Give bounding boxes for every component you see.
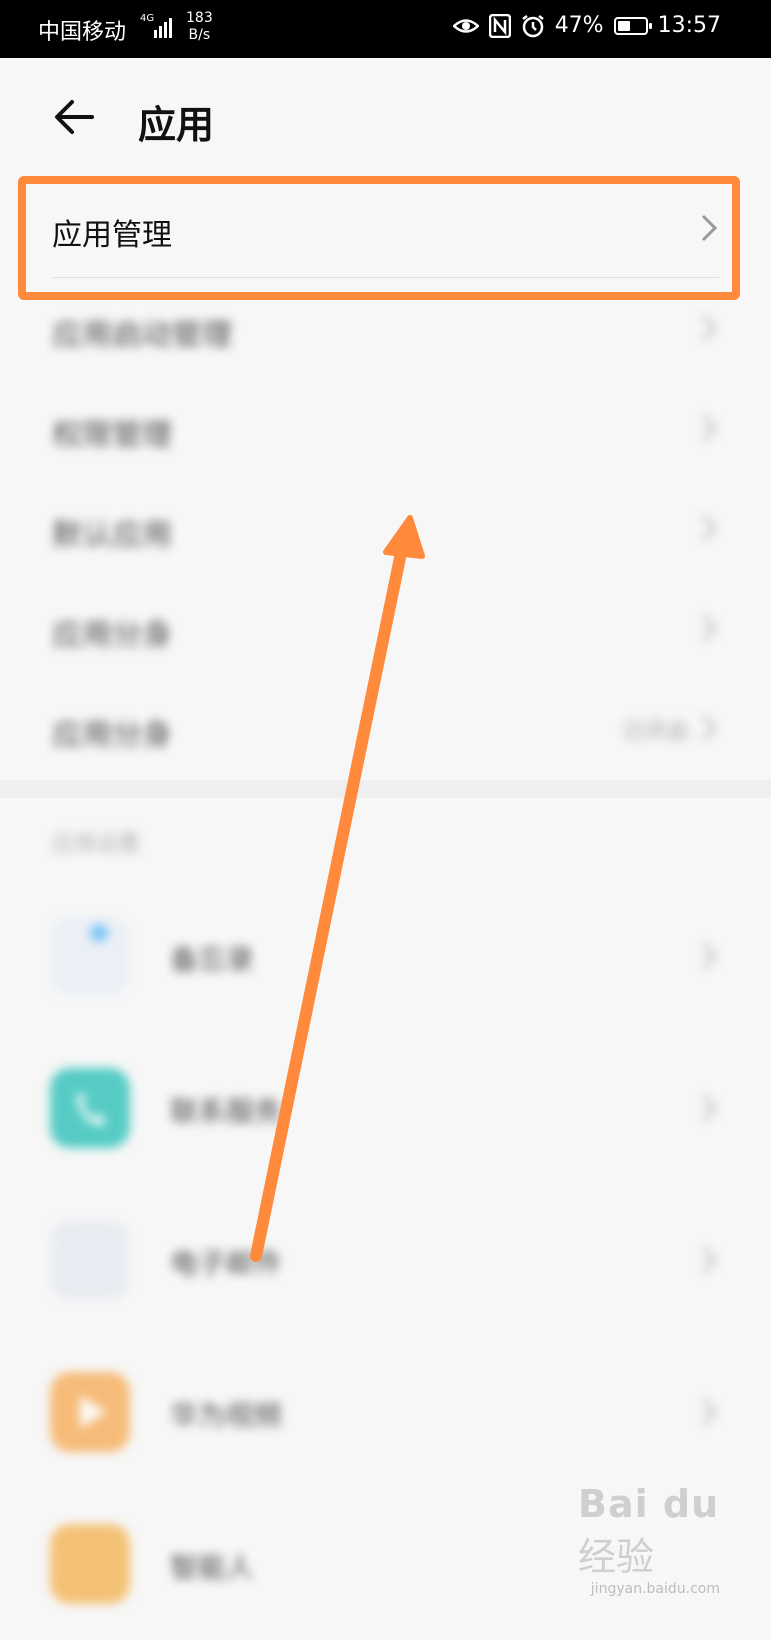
memo-icon: [50, 916, 130, 996]
list-item-label: 权限管理: [52, 418, 172, 453]
list-item-value: 已开启: [622, 720, 689, 745]
battery-icon: [613, 16, 652, 35]
arrow-left-icon[interactable]: [48, 92, 104, 142]
phone-icon: [50, 1068, 130, 1148]
eye-comfort-icon: [452, 18, 479, 33]
baidu-watermark: Bai du 经验 jingyan.baidu.com: [578, 1482, 738, 1597]
battery-fill: [617, 20, 630, 31]
watermark-logo: Bai du: [578, 1482, 720, 1526]
email-icon: [50, 1220, 130, 1300]
watermark-text: 经验: [578, 1535, 655, 1579]
page-title: 应用: [138, 103, 215, 147]
list-item-label: 应用分身: [52, 718, 172, 753]
battery-percent: 47%: [554, 13, 604, 38]
highlight-box: [18, 176, 740, 300]
list-item-default-apps[interactable]: 默认应用: [0, 478, 771, 578]
app-item-email[interactable]: 电子邮件: [0, 1184, 771, 1336]
chevron-right-icon: [701, 514, 718, 542]
chevron-right-icon: [701, 942, 718, 970]
watermark-url: jingyan.baidu.com: [590, 1581, 720, 1597]
section-title: 应用设置: [52, 832, 141, 857]
app-header: 应用: [0, 58, 771, 178]
chevron-right-icon: [701, 714, 718, 742]
list-item-label: 应用启动管理: [52, 318, 232, 353]
list-item-app-twin-status[interactable]: 应用分身 已开启: [0, 678, 771, 778]
app-name: 智能人: [170, 1551, 255, 1584]
speed-unit: B/s: [188, 27, 211, 43]
app-name: 备忘录: [170, 943, 255, 976]
chevron-right-icon: [701, 614, 718, 642]
list-item-label: 应用分身: [52, 618, 172, 653]
network-speed: 183 B/s: [186, 10, 213, 44]
app-item-video[interactable]: 华为视频: [0, 1336, 771, 1488]
section-divider: [0, 780, 771, 798]
chevron-right-icon: [701, 1246, 718, 1274]
carrier-label: 中国移动: [38, 20, 127, 45]
app-item-memo[interactable]: 备忘录: [0, 880, 771, 1032]
chevron-right-icon: [701, 1094, 718, 1122]
list-item-label: 默认应用: [52, 518, 172, 553]
assistant-icon: [50, 1524, 130, 1604]
status-bar: 中国移动 4G 183 B/s 47% 13:57: [0, 0, 771, 58]
chevron-right-icon: [701, 1398, 718, 1426]
chevron-right-icon: [701, 314, 718, 342]
list-item-app-twin[interactable]: 应用分身: [0, 578, 771, 678]
video-icon: [50, 1372, 130, 1452]
signal-icon: 4G: [140, 13, 172, 38]
nfc-icon: [488, 13, 511, 38]
app-item-service[interactable]: 联系服务: [0, 1032, 771, 1184]
network-type-label: 4G: [140, 13, 154, 24]
clock: 13:57: [657, 13, 721, 38]
app-name: 联系服务: [170, 1095, 283, 1128]
status-icons: 47% 13:57: [452, 13, 721, 38]
alarm-icon: [521, 14, 544, 37]
speed-value: 183: [186, 10, 213, 26]
app-name: 电子邮件: [170, 1247, 283, 1280]
list-item-permissions[interactable]: 权限管理: [0, 378, 771, 478]
chevron-right-icon: [701, 414, 718, 442]
app-name: 华为视频: [170, 1399, 283, 1432]
